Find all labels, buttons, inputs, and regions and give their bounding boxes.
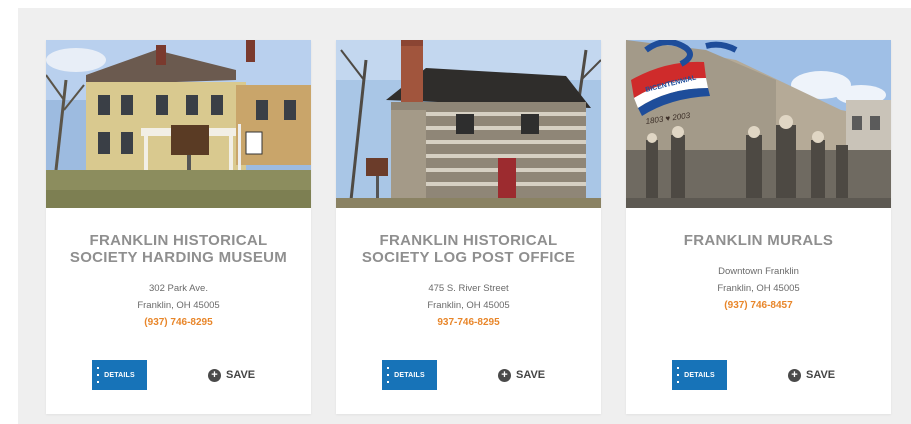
card-title[interactable]: FRANKLIN HISTORICAL SOCIETY LOG POST OFF… (358, 232, 579, 266)
details-label: DETAILS (394, 371, 425, 379)
listing-card[interactable]: BICENTENNIAL 1803 ♥ 2003 FRANKLIN MURALS… (626, 40, 891, 414)
save-button[interactable]: + SAVE (498, 360, 545, 390)
card-title[interactable]: FRANKLIN MURALS (648, 232, 869, 249)
address-line-2: Franklin, OH 45005 (137, 300, 220, 311)
more-dots-icon (387, 367, 389, 383)
address-line-1: 475 S. River Street (428, 283, 509, 294)
address-line-1: 302 Park Ave. (149, 283, 208, 294)
save-label: SAVE (806, 369, 836, 381)
details-button[interactable]: DETAILS (92, 360, 147, 390)
phone-link[interactable]: 937-746-8295 (336, 314, 601, 331)
save-button[interactable]: + SAVE (208, 360, 255, 390)
details-label: DETAILS (684, 371, 715, 379)
details-button[interactable]: DETAILS (672, 360, 727, 390)
mural-photo[interactable]: BICENTENNIAL 1803 ♥ 2003 (626, 40, 891, 208)
address-line-2: Franklin, OH 45005 (427, 300, 510, 311)
listings-panel: FRANKLIN HISTORICAL SOCIETY HARDING MUSE… (18, 8, 911, 424)
log-cabin-photo[interactable] (336, 40, 601, 208)
save-button[interactable]: + SAVE (788, 360, 835, 390)
card-title[interactable]: FRANKLIN HISTORICAL SOCIETY HARDING MUSE… (68, 232, 289, 266)
address-line-1: Downtown Franklin (718, 266, 799, 277)
card-actions: DETAILS + SAVE (626, 358, 891, 392)
plus-circle-icon: + (788, 368, 801, 382)
phone-link[interactable]: (937) 746-8295 (46, 314, 311, 331)
card-actions: DETAILS + SAVE (336, 358, 601, 392)
listing-card[interactable]: FRANKLIN HISTORICAL SOCIETY HARDING MUSE… (46, 40, 311, 414)
save-label: SAVE (516, 369, 546, 381)
save-label: SAVE (226, 369, 256, 381)
details-button[interactable]: DETAILS (382, 360, 437, 390)
listing-card[interactable]: FRANKLIN HISTORICAL SOCIETY LOG POST OFF… (336, 40, 601, 414)
address-line-2: Franklin, OH 45005 (717, 283, 800, 294)
phone-link[interactable]: (937) 746-8457 (626, 297, 891, 314)
plus-circle-icon: + (498, 368, 511, 382)
card-actions: DETAILS + SAVE (46, 358, 311, 392)
details-label: DETAILS (104, 371, 135, 379)
house-photo[interactable] (46, 40, 311, 208)
more-dots-icon (97, 367, 99, 383)
more-dots-icon (677, 367, 679, 383)
plus-circle-icon: + (208, 368, 221, 382)
